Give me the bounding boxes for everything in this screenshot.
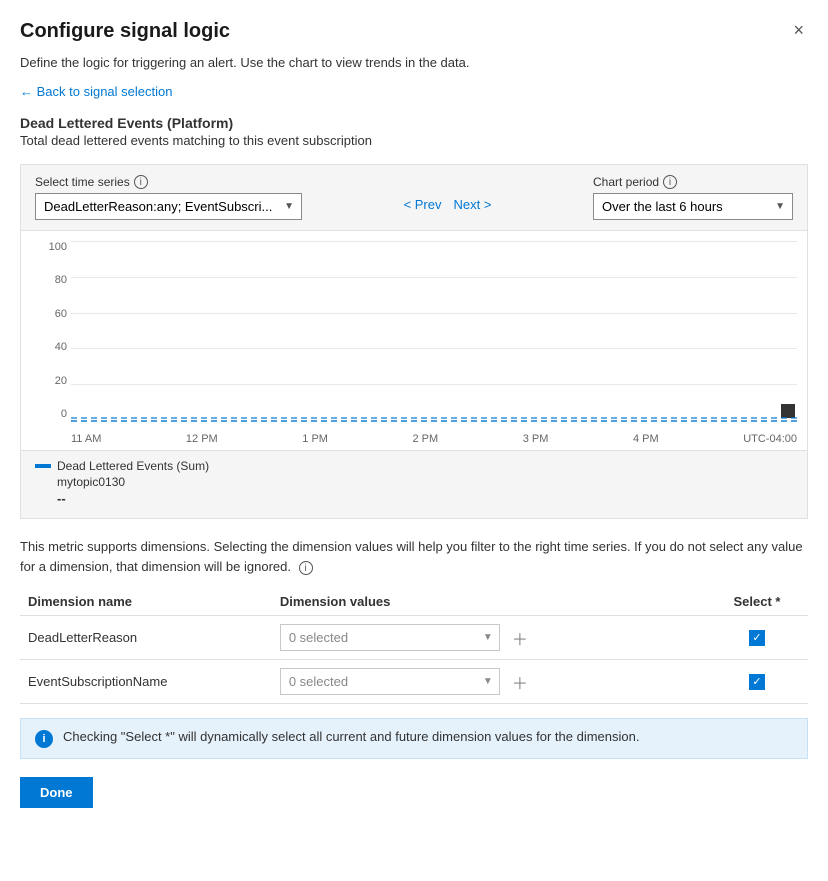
controls-row: Select time series i DeadLetterReason:an… bbox=[35, 175, 793, 220]
x-label-11am: 11 AM bbox=[71, 433, 101, 445]
table-header-row: Dimension name Dimension values Select * bbox=[20, 588, 808, 616]
grid-line-100 bbox=[71, 241, 797, 242]
signal-description: Total dead lettered events matching to t… bbox=[20, 133, 808, 148]
x-label-12pm: 12 PM bbox=[186, 433, 218, 445]
dim-name-deadletter: DeadLetterReason bbox=[20, 616, 272, 660]
configure-signal-dialog: Configure signal logic × Define the logi… bbox=[0, 0, 828, 881]
col-select-star: Select * bbox=[706, 588, 808, 616]
prev-next-nav: < Prev Next > bbox=[400, 195, 496, 220]
x-label-3pm: 3 PM bbox=[523, 433, 549, 445]
dim-checkbox-cell-1 bbox=[706, 616, 808, 660]
legend-series-name: Dead Lettered Events (Sum) bbox=[57, 459, 209, 473]
dim-name-eventsub: EventSubscriptionName bbox=[20, 660, 272, 704]
dim-values-select-2[interactable]: 0 selected bbox=[280, 668, 500, 695]
x-label-utc: UTC-04:00 bbox=[743, 433, 797, 445]
chart-period-select[interactable]: Over the last 1 hour Over the last 6 hou… bbox=[593, 193, 793, 220]
chart-legend: Dead Lettered Events (Sum) mytopic0130 -… bbox=[20, 451, 808, 519]
chart-area: 0 20 40 60 80 100 11 AM 12 PM 1 PM bbox=[20, 231, 808, 451]
dim-checkbox-cell-2 bbox=[706, 660, 808, 704]
time-series-control: Select time series i DeadLetterReason:an… bbox=[35, 175, 302, 220]
dim-values-wrapper: 0 selected ▼ ＋ bbox=[280, 624, 698, 651]
table-row: EventSubscriptionName 0 selected ▼ ＋ bbox=[20, 660, 808, 704]
y-label-0: 0 bbox=[31, 408, 67, 420]
next-button[interactable]: Next > bbox=[450, 195, 496, 214]
x-axis-labels: 11 AM 12 PM 1 PM 2 PM 3 PM 4 PM UTC-04:0… bbox=[71, 433, 797, 445]
chart-inner: 0 20 40 60 80 100 11 AM 12 PM 1 PM bbox=[21, 231, 807, 450]
info-note-text: Checking "Select *" will dynamically sel… bbox=[63, 729, 639, 744]
time-series-label: Select time series i bbox=[35, 175, 302, 189]
signal-name: Dead Lettered Events (Platform) bbox=[20, 115, 808, 131]
done-button[interactable]: Done bbox=[20, 777, 93, 808]
chart-period-label: Chart period i bbox=[593, 175, 793, 189]
dim-add-button-2[interactable]: ＋ bbox=[508, 670, 532, 694]
x-label-2pm: 2 PM bbox=[413, 433, 439, 445]
close-button[interactable]: × bbox=[789, 20, 808, 41]
y-axis-labels: 0 20 40 60 80 100 bbox=[31, 241, 67, 420]
dimensions-info-icon[interactable]: i bbox=[299, 561, 313, 575]
chart-period-control: Chart period i Over the last 1 hour Over… bbox=[593, 175, 793, 220]
grid-line-80 bbox=[71, 277, 797, 278]
dimensions-table-header: Dimension name Dimension values Select * bbox=[20, 588, 808, 616]
dim-checkbox-1[interactable] bbox=[749, 630, 765, 646]
chart-grid bbox=[71, 241, 797, 420]
dimensions-table: Dimension name Dimension values Select *… bbox=[20, 588, 808, 704]
info-note-box: i Checking "Select *" will dynamically s… bbox=[20, 718, 808, 759]
dimensions-table-body: DeadLetterReason 0 selected ▼ ＋ bbox=[20, 616, 808, 704]
zero-line bbox=[71, 420, 797, 422]
dim-dropdown-wrapper-1: 0 selected ▼ bbox=[280, 624, 500, 651]
grid-line-40 bbox=[71, 348, 797, 349]
dim-values-select-1[interactable]: 0 selected bbox=[280, 624, 500, 651]
back-to-signal-link[interactable]: ← Back to signal selection bbox=[20, 84, 172, 99]
time-series-dropdown-wrapper: DeadLetterReason:any; EventSubscri... ▼ bbox=[35, 193, 302, 220]
grid-line-20 bbox=[71, 384, 797, 385]
x-label-4pm: 4 PM bbox=[633, 433, 659, 445]
dim-add-button-1[interactable]: ＋ bbox=[508, 626, 532, 650]
col-dimension-values: Dimension values bbox=[272, 588, 706, 616]
legend-item: Dead Lettered Events (Sum) bbox=[35, 459, 793, 473]
y-label-80: 80 bbox=[31, 274, 67, 286]
info-note-icon: i bbox=[35, 730, 53, 748]
y-label-40: 40 bbox=[31, 341, 67, 353]
dimensions-info-text: This metric supports dimensions. Selecti… bbox=[20, 537, 808, 576]
table-row: DeadLetterReason 0 selected ▼ ＋ bbox=[20, 616, 808, 660]
footer: Done bbox=[20, 777, 808, 808]
grid-line-60 bbox=[71, 313, 797, 314]
prev-button[interactable]: < Prev bbox=[400, 195, 446, 214]
dialog-title: Configure signal logic bbox=[20, 20, 230, 43]
dim-values-deadletter: 0 selected ▼ ＋ bbox=[272, 616, 706, 660]
chart-line-svg bbox=[71, 416, 797, 420]
y-label-100: 100 bbox=[31, 241, 67, 253]
dim-checkbox-2[interactable] bbox=[749, 674, 765, 690]
chart-period-dropdown-wrapper: Over the last 1 hour Over the last 6 hou… bbox=[593, 193, 793, 220]
dialog-subtitle: Define the logic for triggering an alert… bbox=[20, 55, 808, 70]
dialog-header: Configure signal logic × bbox=[20, 20, 808, 43]
chart-period-info-icon[interactable]: i bbox=[663, 175, 677, 189]
legend-color-swatch bbox=[35, 464, 51, 468]
time-series-select[interactable]: DeadLetterReason:any; EventSubscri... bbox=[35, 193, 302, 220]
x-label-1pm: 1 PM bbox=[302, 433, 328, 445]
dim-dropdown-wrapper-2: 0 selected ▼ bbox=[280, 668, 500, 695]
y-label-20: 20 bbox=[31, 375, 67, 387]
dim-values-eventsub: 0 selected ▼ ＋ bbox=[272, 660, 706, 704]
col-dimension-name: Dimension name bbox=[20, 588, 272, 616]
y-label-60: 60 bbox=[31, 308, 67, 320]
chart-controls-bar: Select time series i DeadLetterReason:an… bbox=[20, 164, 808, 231]
dim-values-wrapper-2: 0 selected ▼ ＋ bbox=[280, 668, 698, 695]
time-series-info-icon[interactable]: i bbox=[134, 175, 148, 189]
legend-value: -- bbox=[57, 491, 793, 506]
legend-subtitle: mytopic0130 bbox=[57, 475, 793, 489]
